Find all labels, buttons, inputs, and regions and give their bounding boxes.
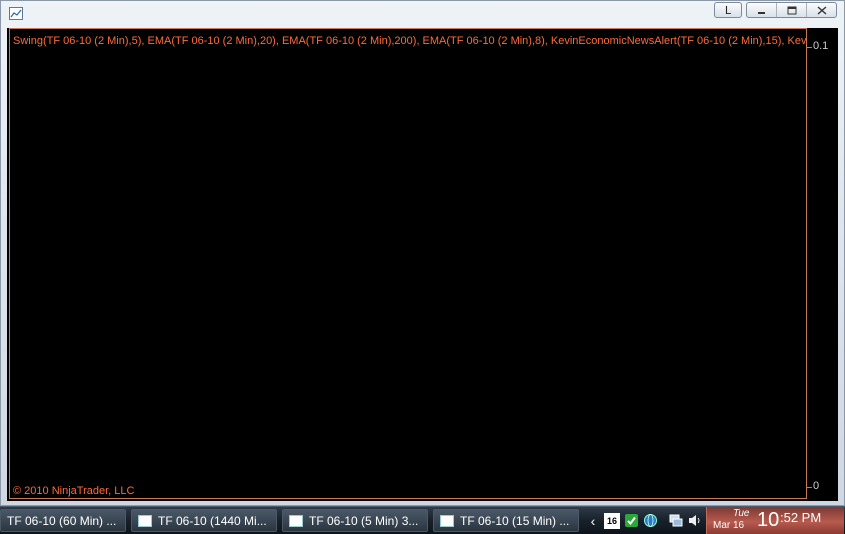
task-label: TF 06-10 (1440 Mi...	[158, 513, 267, 528]
security-check-icon[interactable]	[623, 513, 639, 529]
system-tray: ‹ 16	[585, 509, 702, 532]
chart-icon	[138, 514, 152, 527]
y-tick-label-bottom: 0	[813, 480, 820, 492]
chart-app-icon[interactable]	[9, 7, 23, 20]
task-button-15min[interactable]: TF 06-10 (15 Min) ...	[433, 509, 579, 532]
maximize-icon	[787, 6, 796, 14]
price-axis[interactable]: 0.1 0	[807, 28, 838, 499]
maximize-button[interactable]	[777, 3, 807, 17]
price-plot[interactable]: Swing(TF 06-10 (2 Min),5), EMA(TF 06-10 …	[9, 28, 807, 499]
volume-icon[interactable]	[686, 513, 702, 529]
y-tick-bottom	[807, 487, 812, 488]
tray-expand-button[interactable]: ‹	[585, 513, 601, 529]
task-label: TF 06-10 (15 Min) ...	[460, 513, 570, 528]
minimize-button[interactable]	[747, 3, 777, 17]
calendar-badge-icon[interactable]: 16	[604, 512, 620, 529]
task-label: TF 06-10 (60 Min) ...	[7, 513, 117, 528]
chart-window: L Swing(TF 06-10 (2 Min),5), EMA(TF 06-1…	[0, 0, 845, 506]
chart-icon	[289, 514, 303, 527]
link-button[interactable]: L	[714, 2, 742, 18]
minimize-icon	[758, 11, 765, 14]
task-button-1440min[interactable]: TF 06-10 (1440 Mi...	[131, 509, 277, 532]
chart-icon	[440, 514, 454, 527]
clock-hour: 10	[757, 509, 780, 531]
network-globe-icon[interactable]	[642, 513, 658, 529]
task-label: TF 06-10 (5 Min) 3...	[309, 513, 419, 528]
window-controls	[746, 2, 837, 18]
task-button-60min[interactable]: TF 06-10 (60 Min) ...	[0, 509, 126, 532]
network-monitor-icon[interactable]	[667, 513, 683, 529]
clock-day: Tue	[733, 508, 750, 519]
close-icon	[817, 5, 826, 15]
clock-minutes: :52 PM	[780, 510, 822, 525]
taskbar: TF 06-10 (60 Min) ... TF 06-10 (1440 Mi.…	[0, 506, 845, 534]
close-button[interactable]	[807, 3, 836, 17]
taskbar-clock[interactable]: Tue Mar 16 10 :52 PM	[706, 507, 844, 534]
indicator-list: Swing(TF 06-10 (2 Min),5), EMA(TF 06-10 …	[13, 35, 807, 47]
title-bar[interactable]: L	[1, 1, 844, 27]
chart-panel[interactable]: Swing(TF 06-10 (2 Min),5), EMA(TF 06-10 …	[7, 28, 838, 501]
clock-date: Mar 16	[713, 520, 745, 531]
copyright-label: © 2010 NinjaTrader, LLC	[13, 485, 135, 497]
y-tick-top	[807, 47, 812, 48]
y-tick-label-top: 0.1	[813, 40, 829, 52]
badge-number: 16	[606, 515, 617, 526]
task-button-5min[interactable]: TF 06-10 (5 Min) 3...	[282, 509, 428, 532]
